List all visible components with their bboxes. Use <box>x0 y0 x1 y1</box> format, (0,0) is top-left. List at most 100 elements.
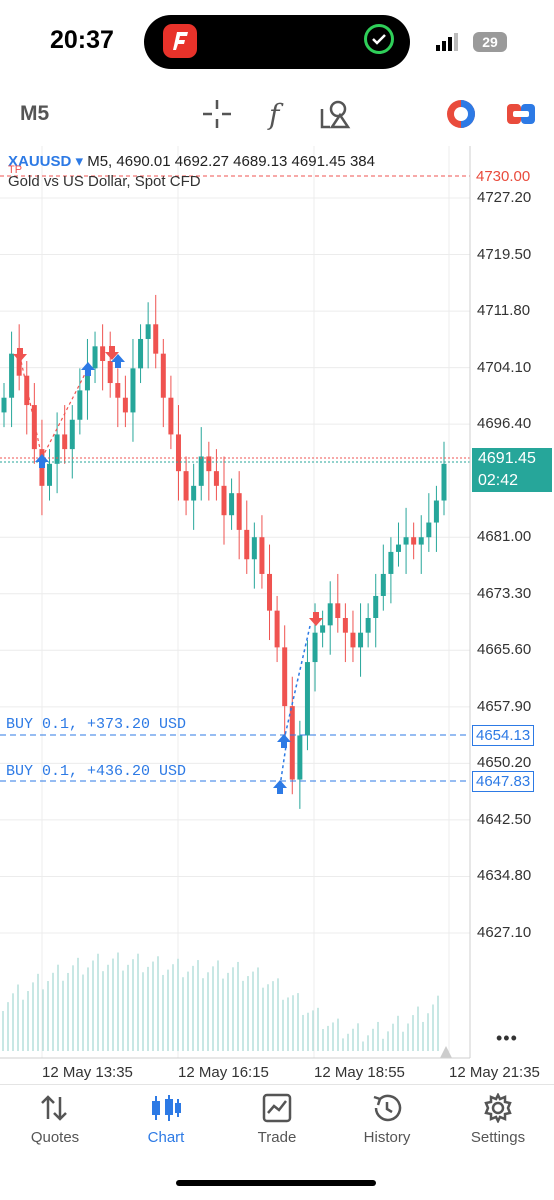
signal-icon <box>436 33 462 56</box>
price-tick-label: 4696.40 <box>477 415 532 433</box>
nav-label: Quotes <box>30 1129 80 1146</box>
candle <box>9 353 15 398</box>
candle <box>304 662 310 736</box>
candle <box>274 610 280 648</box>
price-tick-label: 4642.50 <box>477 810 532 828</box>
candle <box>282 647 288 707</box>
candle <box>1 397 7 413</box>
candle <box>433 500 439 523</box>
sell-arrow-icon <box>309 612 323 626</box>
chart-icon <box>152 1095 181 1121</box>
candle <box>267 573 273 611</box>
position-label-2[interactable]: BUY 0.1, +436.20 USD <box>6 763 186 780</box>
buy-arrow-icon <box>35 454 49 468</box>
nav-chart[interactable]: Chart <box>116 1093 216 1146</box>
trade-panel-icon[interactable] <box>504 97 538 131</box>
candle <box>168 397 174 435</box>
nav-divider <box>0 1084 554 1085</box>
candle <box>418 537 424 545</box>
current-price-tag: 4691.45 02:42 <box>472 448 552 492</box>
chart-grid <box>0 146 470 1058</box>
candle <box>411 537 417 545</box>
app-activity-icon <box>163 24 197 58</box>
candle <box>153 324 159 354</box>
nav-trade[interactable]: Trade <box>227 1093 327 1146</box>
nav-label: History <box>363 1129 411 1146</box>
candle <box>221 485 227 516</box>
nav-label: Chart <box>147 1129 185 1146</box>
candle <box>320 625 326 633</box>
candle <box>198 456 204 486</box>
nav-label: Settings <box>470 1129 526 1146</box>
price-tick-label: 4634.80 <box>477 867 532 885</box>
candle <box>175 434 181 472</box>
timeframe-selector[interactable]: M5 <box>20 102 49 126</box>
candle <box>191 485 197 501</box>
buy-arrow-icon <box>273 780 287 794</box>
chart-overlays <box>0 175 470 1058</box>
trade-icon <box>262 1093 292 1123</box>
candle <box>251 537 257 560</box>
price-tick-label: 4704.10 <box>477 358 532 376</box>
one-click-trading-icon[interactable] <box>444 97 478 131</box>
candle <box>31 405 37 450</box>
price-chart[interactable] <box>0 146 554 1086</box>
price-tick-label: 4650.20 <box>477 754 532 772</box>
battery-icon: 29 <box>473 32 507 52</box>
crosshair-icon[interactable] <box>200 97 234 131</box>
candle <box>350 632 356 648</box>
candle <box>213 471 219 486</box>
nav-settings[interactable]: Settings <box>448 1093 548 1146</box>
price-tick-label: 4627.10 <box>477 924 532 941</box>
nav-quotes[interactable]: Quotes <box>5 1093 105 1146</box>
candle <box>122 397 128 413</box>
position-price-tag-1: 4654.13 <box>472 725 535 746</box>
candle <box>130 368 136 413</box>
candle <box>244 529 250 560</box>
candle <box>62 434 68 450</box>
buy-arrow-icon <box>277 734 291 748</box>
candle <box>236 493 242 530</box>
candle <box>145 324 151 339</box>
candle <box>373 595 379 618</box>
candle <box>342 618 348 633</box>
candle <box>297 735 303 780</box>
candle <box>115 383 121 398</box>
price-tick-label: 4681.00 <box>477 528 532 546</box>
objects-icon[interactable] <box>318 97 352 131</box>
candle <box>229 493 235 516</box>
candle <box>380 573 386 596</box>
candle <box>92 346 98 369</box>
candle <box>54 434 60 464</box>
candle <box>100 346 106 362</box>
position-price-tag-2: 4647.83 <box>472 771 535 792</box>
time-label: 12 May 21:35 <box>449 1064 540 1081</box>
candle <box>327 603 333 626</box>
symbol-description: Gold vs US Dollar, Spot CFD <box>8 173 201 190</box>
check-icon <box>364 24 394 54</box>
time-label: 12 May 18:55 <box>314 1064 405 1081</box>
quotes-icon <box>41 1095 67 1121</box>
tp-price-tag: 4730.00 <box>476 168 531 185</box>
home-indicator <box>176 1180 376 1186</box>
price-tick-label: 4719.50 <box>477 245 532 263</box>
position-label-1[interactable]: BUY 0.1, +373.20 USD <box>6 716 186 733</box>
indicators-icon[interactable]: f <box>260 97 294 131</box>
more-options-icon[interactable]: ••• <box>496 1028 518 1049</box>
trade-line <box>279 745 287 787</box>
svg-text:f: f <box>267 98 284 131</box>
candle <box>426 522 432 538</box>
candle <box>206 456 212 472</box>
nav-history[interactable]: History <box>337 1093 437 1146</box>
nav-label: Trade <box>257 1129 297 1146</box>
status-time: 20:37 <box>50 26 114 54</box>
symbol-dropdown-icon[interactable]: ▾ <box>76 153 84 170</box>
sell-arrow-icon <box>13 348 27 362</box>
time-label: 12 May 13:35 <box>42 1064 133 1081</box>
candle <box>289 706 295 780</box>
candle <box>259 537 265 574</box>
time-label: 12 May 16:15 <box>178 1064 269 1081</box>
symbol-header[interactable]: XAUUSD ▾ M5, 4690.01 4692.27 4689.13 469… <box>8 152 375 170</box>
trade-line <box>19 355 43 459</box>
candle <box>107 361 113 384</box>
